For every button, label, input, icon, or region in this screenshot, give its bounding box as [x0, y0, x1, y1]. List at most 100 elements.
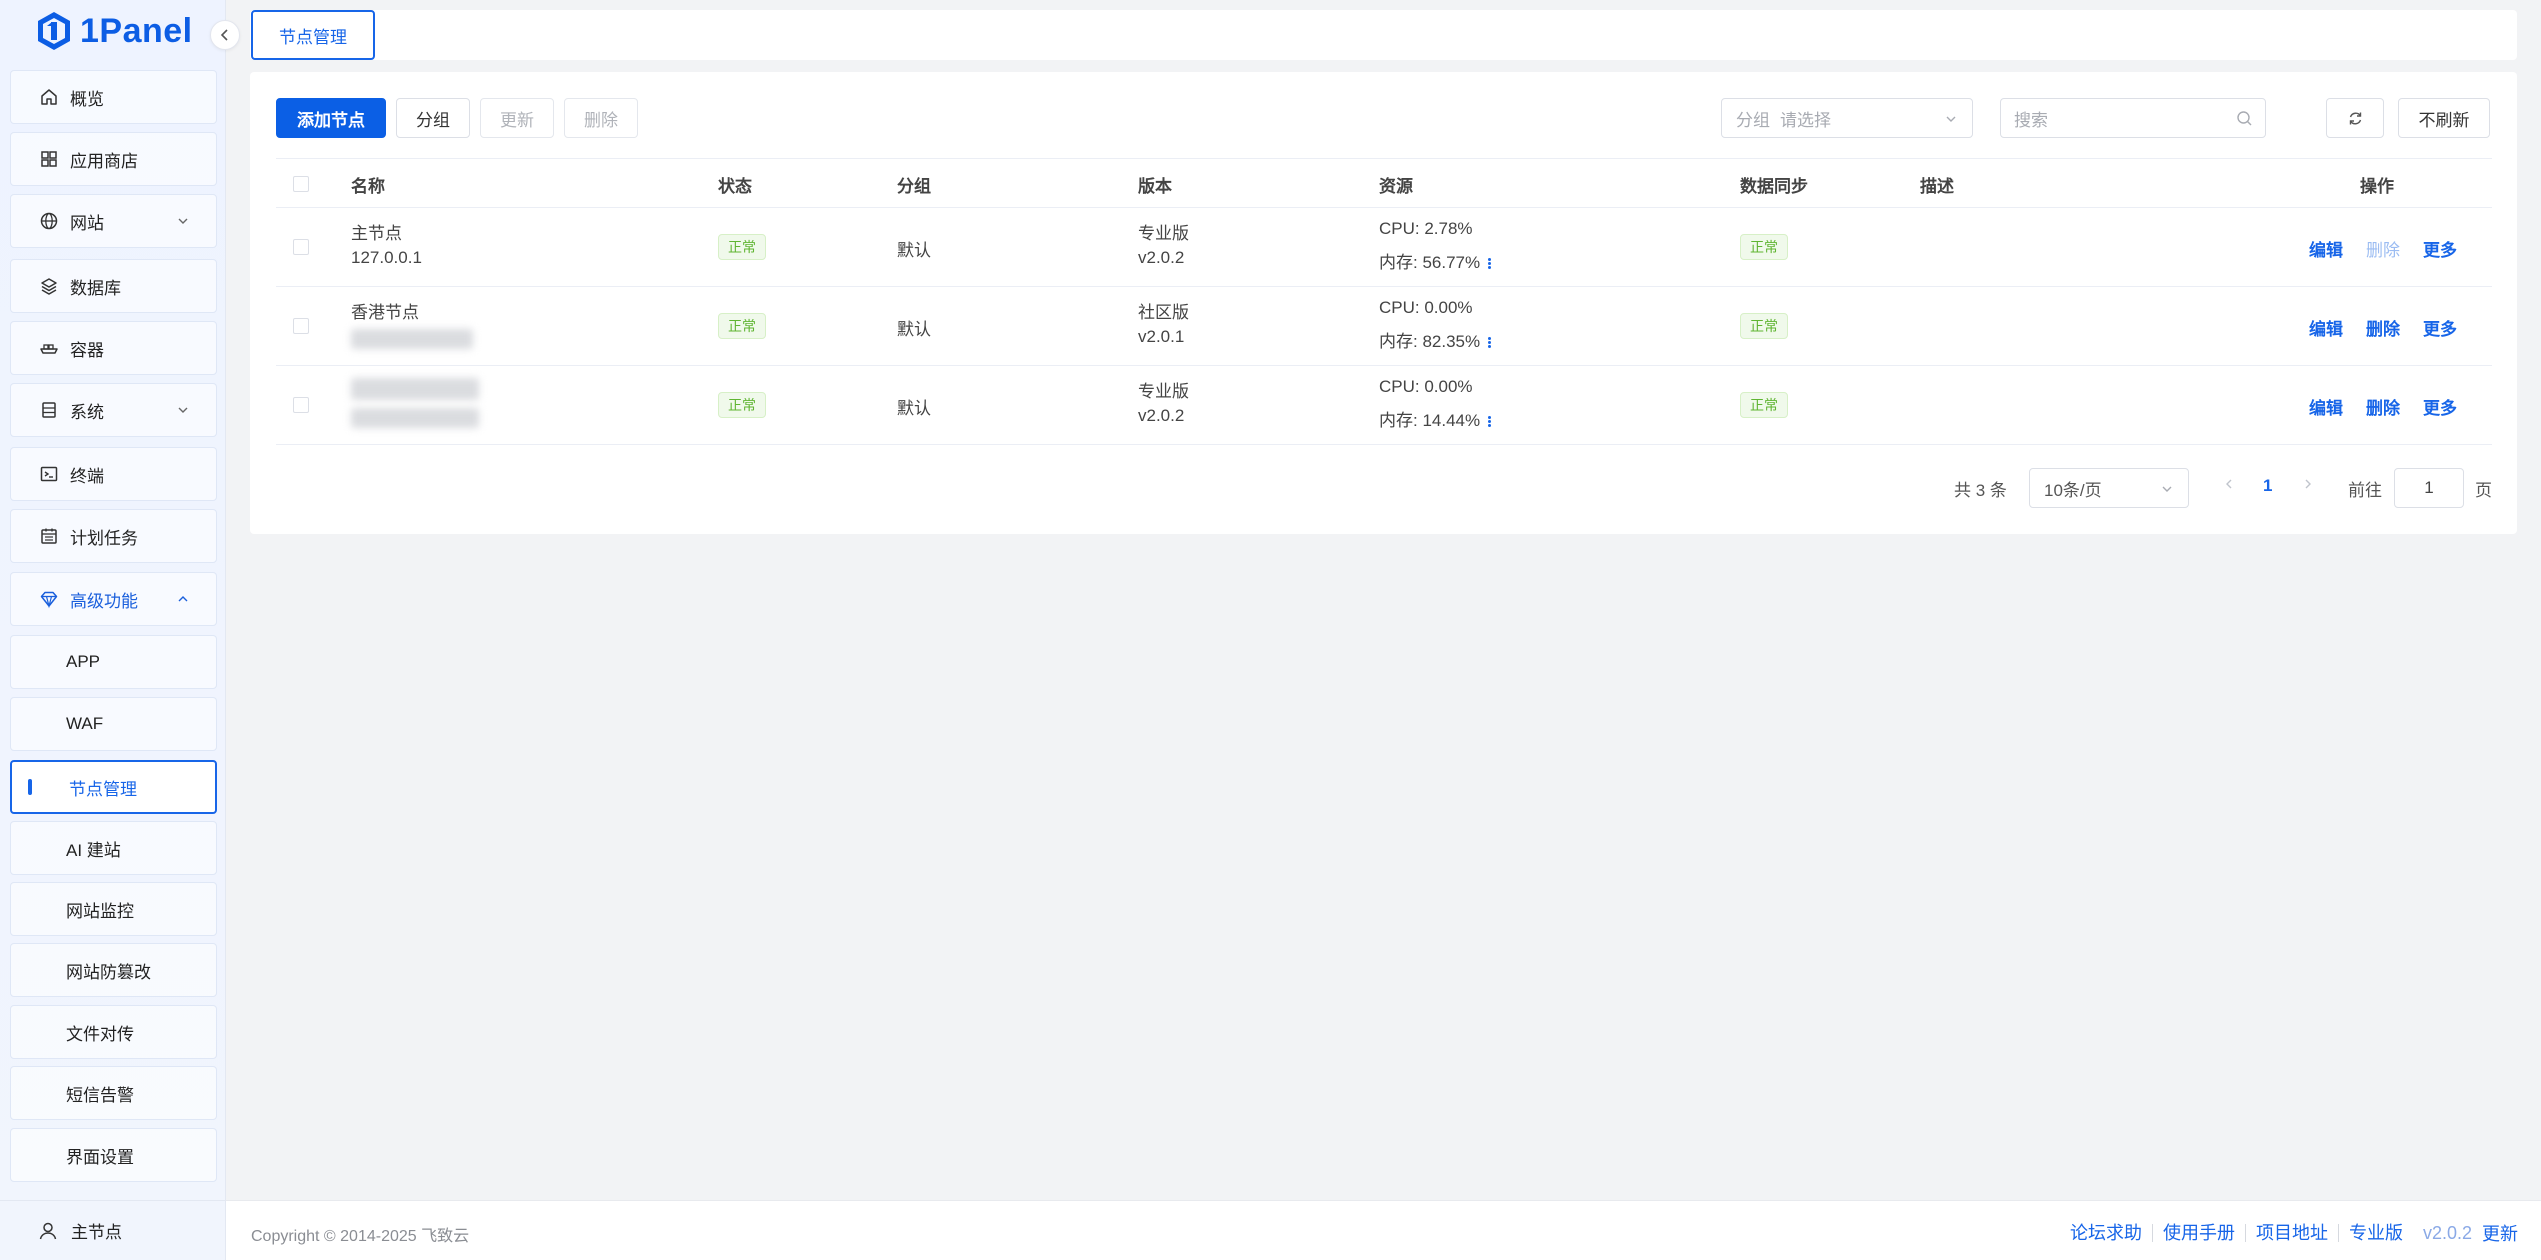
- sidebar-subitem-site-monitor[interactable]: 网站监控: [10, 882, 217, 936]
- sidebar-item-label: WAF: [66, 714, 104, 733]
- add-node-label: 添加节点: [297, 110, 365, 130]
- node-name[interactable]: 香港节点: [351, 298, 419, 323]
- prev-page-button[interactable]: [2222, 477, 2236, 491]
- select-all-checkbox[interactable]: [293, 176, 309, 192]
- table-row: 香港节点 正常 默认 社区版 v2.0.1 CPU: 0.00% 内存: 82.…: [276, 287, 2492, 366]
- sidebar-item-terminal[interactable]: 终端: [10, 447, 217, 501]
- group-filter-select[interactable]: 分组 请选择: [1721, 98, 1973, 138]
- sidebar-subitem-file-transfer[interactable]: 文件对传: [10, 1005, 217, 1059]
- tab-node-management[interactable]: 节点管理: [251, 10, 375, 60]
- sidebar-item-cron[interactable]: 计划任务: [10, 509, 217, 563]
- search-icon: [2237, 111, 2252, 126]
- page-size-value: 10条/页: [2044, 480, 2102, 500]
- current-node-switcher[interactable]: 主节点: [0, 1200, 226, 1260]
- docs-link[interactable]: 使用手册: [2153, 1224, 2246, 1242]
- auto-refresh-label: 不刷新: [2418, 110, 2470, 130]
- edit-link[interactable]: 编辑: [2309, 315, 2343, 340]
- column-header-sync: 数据同步: [1740, 177, 1808, 196]
- more-link[interactable]: 更多: [2423, 236, 2457, 261]
- status-badge: 正常: [718, 234, 766, 260]
- sidebar-subitem-ai-site[interactable]: AI 建站: [10, 821, 217, 875]
- column-header-group: 分组: [897, 177, 931, 196]
- chevron-down-icon: [178, 407, 188, 413]
- edit-link[interactable]: 编辑: [2309, 394, 2343, 419]
- column-header-description: 描述: [1920, 177, 1954, 196]
- edit-link[interactable]: 编辑: [2309, 236, 2343, 261]
- container-ship-icon: [38, 337, 60, 359]
- page-footer: Copyright © 2014-2025 飞致云 论坛求助 使用手册 项目地址…: [226, 1200, 2541, 1260]
- chevron-down-icon: [2162, 486, 2172, 492]
- user-icon: [39, 1222, 57, 1239]
- delete-label: 删除: [584, 110, 618, 130]
- node-cpu: CPU: 2.78%: [1379, 219, 1473, 238]
- add-node-button[interactable]: 添加节点: [276, 98, 386, 138]
- sidebar-subitem-tamper-protection[interactable]: 网站防篡改: [10, 943, 217, 997]
- sidebar-item-label: 短信告警: [66, 1085, 134, 1105]
- refresh-icon: [2349, 112, 2361, 124]
- project-link[interactable]: 项目地址: [2246, 1224, 2339, 1242]
- row-checkbox[interactable]: [293, 397, 309, 413]
- more-vertical-icon[interactable]: [1488, 336, 1492, 349]
- node-memory: 内存: 82.35%: [1379, 332, 1481, 351]
- update-button[interactable]: 更新: [480, 98, 554, 138]
- row-checkbox[interactable]: [293, 318, 309, 334]
- sidebar-item-label: 容器: [70, 340, 104, 360]
- home-icon: [38, 86, 60, 108]
- sidebar-subitem-waf[interactable]: WAF: [10, 697, 217, 751]
- delete-link[interactable]: 删除: [2366, 315, 2400, 340]
- page-size-select[interactable]: 10条/页: [2029, 468, 2189, 508]
- auto-refresh-select[interactable]: 不刷新: [2398, 98, 2490, 138]
- calendar-icon: [38, 525, 60, 547]
- sidebar-item-websites[interactable]: 网站: [10, 194, 217, 248]
- redacted-address: [351, 329, 473, 349]
- globe-icon: [38, 210, 60, 232]
- sidebar-item-app-store[interactable]: 应用商店: [10, 132, 217, 186]
- delete-link[interactable]: 删除: [2366, 394, 2400, 419]
- sidebar-subitem-sms-alert[interactable]: 短信告警: [10, 1066, 217, 1120]
- sidebar-subitem-ui-settings[interactable]: 界面设置: [10, 1128, 217, 1182]
- sidebar-item-label: 终端: [70, 466, 104, 486]
- sidebar-subitem-node-management[interactable]: 节点管理: [10, 760, 217, 814]
- sync-status-badge: 正常: [1740, 234, 1788, 260]
- sidebar-item-label: 数据库: [70, 278, 121, 298]
- row-checkbox[interactable]: [293, 239, 309, 255]
- table-header: 名称 状态 分组 版本 资源 数据同步 描述 操作: [276, 158, 2492, 208]
- sidebar-item-advanced[interactable]: 高级功能: [10, 572, 217, 626]
- node-cpu: CPU: 0.00%: [1379, 377, 1473, 396]
- sidebar-item-system[interactable]: 系统: [10, 383, 217, 437]
- delete-button[interactable]: 删除: [564, 98, 638, 138]
- more-link[interactable]: 更多: [2423, 394, 2457, 419]
- group-filter-prefix: 分组: [1736, 110, 1770, 130]
- footer-links: 论坛求助 使用手册 项目地址 专业版 v2.0.2 更新: [2060, 1220, 2518, 1246]
- group-button[interactable]: 分组: [396, 98, 470, 138]
- forum-link[interactable]: 论坛求助: [2060, 1224, 2153, 1242]
- pro-edition-link[interactable]: 专业版: [2339, 1224, 2413, 1242]
- column-header-version: 版本: [1138, 177, 1172, 196]
- sidebar-item-database[interactable]: 数据库: [10, 259, 217, 313]
- search-placeholder: 搜索: [2014, 110, 2048, 130]
- goto-page-input[interactable]: 1: [2394, 468, 2464, 508]
- sidebar-item-containers[interactable]: 容器: [10, 321, 217, 375]
- brand-logo[interactable]: 1Panel: [36, 10, 193, 52]
- next-page-button[interactable]: [2301, 477, 2315, 491]
- sidebar-item-label: 文件对传: [66, 1024, 134, 1044]
- sidebar-item-label: 应用商店: [70, 151, 138, 171]
- current-node-label: 主节点: [71, 1223, 122, 1242]
- sidebar-item-overview[interactable]: 概览: [10, 70, 217, 124]
- refresh-button[interactable]: [2326, 98, 2384, 138]
- node-edition: 社区版: [1138, 303, 1189, 322]
- collapse-sidebar-button[interactable]: [210, 20, 240, 50]
- update-link[interactable]: 更新: [2478, 1220, 2518, 1246]
- goto-page-value: 1: [2424, 478, 2434, 497]
- more-link[interactable]: 更多: [2423, 315, 2457, 340]
- search-input[interactable]: 搜索: [2000, 98, 2266, 138]
- node-memory: 内存: 14.44%: [1379, 411, 1481, 430]
- page-number-current[interactable]: 1: [2263, 476, 2272, 496]
- delete-link[interactable]: 删除: [2366, 236, 2400, 261]
- sidebar-subitem-app[interactable]: APP: [10, 635, 217, 689]
- more-vertical-icon[interactable]: [1488, 257, 1492, 270]
- node-name[interactable]: 主节点: [351, 219, 402, 244]
- sidebar-item-label: 网站防篡改: [66, 962, 151, 982]
- tab-bar: 节点管理: [250, 10, 2517, 60]
- more-vertical-icon[interactable]: [1488, 415, 1492, 428]
